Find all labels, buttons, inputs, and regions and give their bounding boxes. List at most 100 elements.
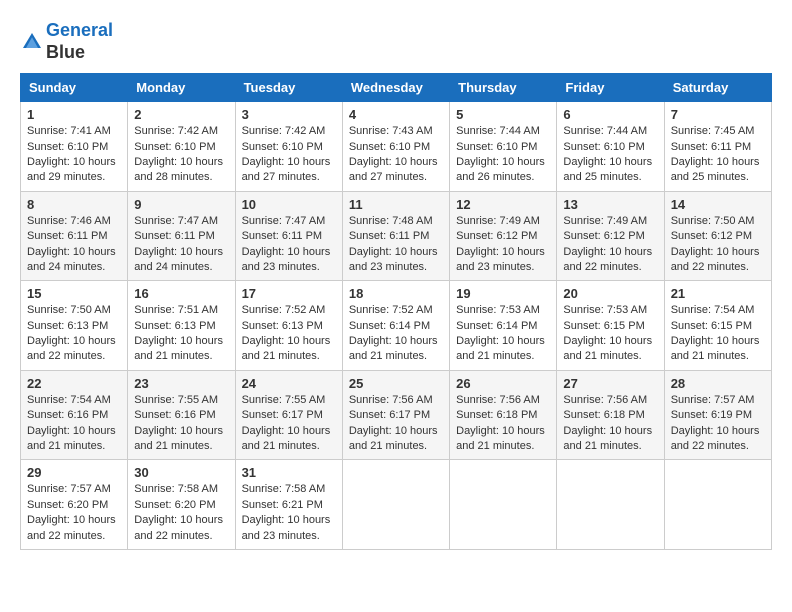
day-info: Sunrise: 7:58 AMSunset: 6:21 PMDaylight:… bbox=[242, 482, 336, 544]
calendar-week-1: 1Sunrise: 7:41 AMSunset: 6:10 PMDaylight… bbox=[21, 102, 772, 192]
calendar-cell: 24 Sunrise: 7:55 AMSunset: 6:17 PMDayligh… bbox=[235, 370, 342, 460]
day-info: Sunrise: 7:46 AMSunset: 6:11 PMDaylight:… bbox=[27, 214, 121, 276]
day-number: 17 bbox=[242, 286, 336, 301]
calendar-cell: 27 Sunrise: 7:56 AMSunset: 6:18 PMDayligh… bbox=[557, 370, 664, 460]
calendar-cell: 31 Sunrise: 7:58 AMSunset: 6:21 PMDayligh… bbox=[235, 460, 342, 550]
day-number: 13 bbox=[563, 197, 657, 212]
day-number: 12 bbox=[456, 197, 550, 212]
day-info: Sunrise: 7:58 AMSunset: 6:20 PMDaylight:… bbox=[134, 482, 228, 544]
calendar-cell: 5 Sunrise: 7:44 AMSunset: 6:10 PMDaylight… bbox=[450, 102, 557, 192]
calendar-cell: 3Sunrise: 7:42 AMSunset: 6:10 PMDaylight… bbox=[235, 102, 342, 192]
calendar-cell: 11 Sunrise: 7:48 AMSunset: 6:11 PMDayligh… bbox=[342, 191, 449, 281]
day-info: Sunrise: 7:55 AMSunset: 6:17 PMDaylight:… bbox=[242, 393, 336, 455]
weekday-header-monday: Monday bbox=[128, 74, 235, 102]
logo: GeneralBlue bbox=[20, 20, 113, 63]
calendar-cell: 10Sunrise: 7:47 AMSunset: 6:11 PMDayligh… bbox=[235, 191, 342, 281]
day-info: Sunrise: 7:43 AMSunset: 6:10 PMDaylight:… bbox=[349, 124, 443, 186]
logo-icon bbox=[20, 30, 44, 54]
weekday-header-thursday: Thursday bbox=[450, 74, 557, 102]
calendar-cell: 16 Sunrise: 7:51 AMSunset: 6:13 PMDayligh… bbox=[128, 281, 235, 371]
day-info: Sunrise: 7:51 AMSunset: 6:13 PMDaylight:… bbox=[134, 303, 228, 365]
day-info: Sunrise: 7:56 AMSunset: 6:18 PMDaylight:… bbox=[563, 393, 657, 455]
day-info: Sunrise: 7:44 AMSunset: 6:10 PMDaylight:… bbox=[456, 124, 550, 186]
calendar-cell bbox=[342, 460, 449, 550]
weekday-header-row: SundayMondayTuesdayWednesdayThursdayFrid… bbox=[21, 74, 772, 102]
day-info: Sunrise: 7:49 AMSunset: 6:12 PMDaylight:… bbox=[456, 214, 550, 276]
day-info: Sunrise: 7:45 AMSunset: 6:11 PMDaylight:… bbox=[671, 124, 765, 186]
day-number: 21 bbox=[671, 286, 765, 301]
day-info: Sunrise: 7:57 AMSunset: 6:19 PMDaylight:… bbox=[671, 393, 765, 455]
day-number: 1 bbox=[27, 107, 121, 122]
calendar-cell: 23 Sunrise: 7:55 AMSunset: 6:16 PMDayligh… bbox=[128, 370, 235, 460]
day-number: 26 bbox=[456, 376, 550, 391]
day-number: 25 bbox=[349, 376, 443, 391]
calendar-table: SundayMondayTuesdayWednesdayThursdayFrid… bbox=[20, 73, 772, 550]
calendar-week-3: 15 Sunrise: 7:50 AMSunset: 6:13 PMDayligh… bbox=[21, 281, 772, 371]
weekday-header-tuesday: Tuesday bbox=[235, 74, 342, 102]
day-info: Sunrise: 7:56 AMSunset: 6:18 PMDaylight:… bbox=[456, 393, 550, 455]
calendar-cell: 14 Sunrise: 7:50 AMSunset: 6:12 PMDayligh… bbox=[664, 191, 771, 281]
calendar-cell: 18 Sunrise: 7:52 AMSunset: 6:14 PMDayligh… bbox=[342, 281, 449, 371]
day-info: Sunrise: 7:52 AMSunset: 6:13 PMDaylight:… bbox=[242, 303, 336, 365]
day-number: 22 bbox=[27, 376, 121, 391]
calendar-cell: 19Sunrise: 7:53 AMSunset: 6:14 PMDayligh… bbox=[450, 281, 557, 371]
calendar-cell: 8 Sunrise: 7:46 AMSunset: 6:11 PMDaylight… bbox=[21, 191, 128, 281]
calendar-week-5: 29 Sunrise: 7:57 AMSunset: 6:20 PMDayligh… bbox=[21, 460, 772, 550]
calendar-cell: 22 Sunrise: 7:54 AMSunset: 6:16 PMDayligh… bbox=[21, 370, 128, 460]
day-info: Sunrise: 7:47 AMSunset: 6:11 PMDaylight:… bbox=[134, 214, 228, 276]
weekday-header-saturday: Saturday bbox=[664, 74, 771, 102]
day-info: Sunrise: 7:50 AMSunset: 6:12 PMDaylight:… bbox=[671, 214, 765, 276]
day-info: Sunrise: 7:42 AMSunset: 6:10 PMDaylight:… bbox=[134, 124, 228, 186]
logo-text: GeneralBlue bbox=[46, 20, 113, 63]
day-number: 7 bbox=[671, 107, 765, 122]
day-info: Sunrise: 7:54 AMSunset: 6:16 PMDaylight:… bbox=[27, 393, 121, 455]
calendar-cell: 7 Sunrise: 7:45 AMSunset: 6:11 PMDaylight… bbox=[664, 102, 771, 192]
calendar-cell: 6 Sunrise: 7:44 AMSunset: 6:10 PMDaylight… bbox=[557, 102, 664, 192]
calendar-cell: 2Sunrise: 7:42 AMSunset: 6:10 PMDaylight… bbox=[128, 102, 235, 192]
day-number: 8 bbox=[27, 197, 121, 212]
day-number: 15 bbox=[27, 286, 121, 301]
day-number: 11 bbox=[349, 197, 443, 212]
weekday-header-wednesday: Wednesday bbox=[342, 74, 449, 102]
day-number: 29 bbox=[27, 465, 121, 480]
day-info: Sunrise: 7:57 AMSunset: 6:20 PMDaylight:… bbox=[27, 482, 121, 544]
calendar-cell: 9 Sunrise: 7:47 AMSunset: 6:11 PMDaylight… bbox=[128, 191, 235, 281]
day-number: 31 bbox=[242, 465, 336, 480]
day-number: 9 bbox=[134, 197, 228, 212]
day-number: 28 bbox=[671, 376, 765, 391]
day-number: 14 bbox=[671, 197, 765, 212]
calendar-cell: 17 Sunrise: 7:52 AMSunset: 6:13 PMDayligh… bbox=[235, 281, 342, 371]
calendar-week-4: 22 Sunrise: 7:54 AMSunset: 6:16 PMDayligh… bbox=[21, 370, 772, 460]
calendar-week-2: 8 Sunrise: 7:46 AMSunset: 6:11 PMDaylight… bbox=[21, 191, 772, 281]
calendar-cell: 25 Sunrise: 7:56 AMSunset: 6:17 PMDayligh… bbox=[342, 370, 449, 460]
calendar-cell: 20Sunrise: 7:53 AMSunset: 6:15 PMDayligh… bbox=[557, 281, 664, 371]
day-info: Sunrise: 7:48 AMSunset: 6:11 PMDaylight:… bbox=[349, 214, 443, 276]
day-number: 18 bbox=[349, 286, 443, 301]
day-info: Sunrise: 7:44 AMSunset: 6:10 PMDaylight:… bbox=[563, 124, 657, 186]
calendar-cell: 13Sunrise: 7:49 AMSunset: 6:12 PMDayligh… bbox=[557, 191, 664, 281]
day-info: Sunrise: 7:56 AMSunset: 6:17 PMDaylight:… bbox=[349, 393, 443, 455]
day-info: Sunrise: 7:42 AMSunset: 6:10 PMDaylight:… bbox=[242, 124, 336, 186]
day-number: 16 bbox=[134, 286, 228, 301]
calendar-cell bbox=[557, 460, 664, 550]
day-number: 24 bbox=[242, 376, 336, 391]
day-info: Sunrise: 7:47 AMSunset: 6:11 PMDaylight:… bbox=[242, 214, 336, 276]
day-number: 6 bbox=[563, 107, 657, 122]
day-info: Sunrise: 7:55 AMSunset: 6:16 PMDaylight:… bbox=[134, 393, 228, 455]
day-number: 5 bbox=[456, 107, 550, 122]
weekday-header-friday: Friday bbox=[557, 74, 664, 102]
calendar-cell: 4Sunrise: 7:43 AMSunset: 6:10 PMDaylight… bbox=[342, 102, 449, 192]
calendar-cell: 12 Sunrise: 7:49 AMSunset: 6:12 PMDayligh… bbox=[450, 191, 557, 281]
day-number: 20 bbox=[563, 286, 657, 301]
day-info: Sunrise: 7:52 AMSunset: 6:14 PMDaylight:… bbox=[349, 303, 443, 365]
calendar-cell: 1Sunrise: 7:41 AMSunset: 6:10 PMDaylight… bbox=[21, 102, 128, 192]
day-info: Sunrise: 7:50 AMSunset: 6:13 PMDaylight:… bbox=[27, 303, 121, 365]
calendar-cell: 15 Sunrise: 7:50 AMSunset: 6:13 PMDayligh… bbox=[21, 281, 128, 371]
calendar-cell bbox=[664, 460, 771, 550]
day-number: 23 bbox=[134, 376, 228, 391]
weekday-header-sunday: Sunday bbox=[21, 74, 128, 102]
calendar-cell: 21Sunrise: 7:54 AMSunset: 6:15 PMDayligh… bbox=[664, 281, 771, 371]
day-info: Sunrise: 7:53 AMSunset: 6:14 PMDaylight:… bbox=[456, 303, 550, 365]
calendar-cell: 28 Sunrise: 7:57 AMSunset: 6:19 PMDayligh… bbox=[664, 370, 771, 460]
day-number: 27 bbox=[563, 376, 657, 391]
